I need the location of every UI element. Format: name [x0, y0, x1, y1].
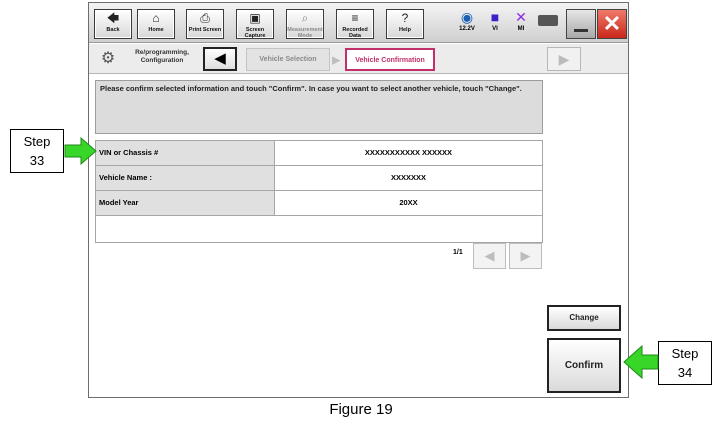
previous-page-button[interactable]: ◀: [473, 243, 506, 269]
chevron-right-icon: ▸: [332, 50, 341, 69]
page-indicator: 1/1: [453, 249, 463, 256]
reprogramming-icon: ⚙: [100, 50, 116, 67]
breadcrumb-forward-button[interactable]: ▶: [547, 47, 581, 71]
row-label: Vehicle Name :: [96, 166, 275, 191]
vi-status: ■ VI: [481, 8, 509, 32]
breadcrumb-vehicle-confirmation[interactable]: Vehicle Confirmation: [345, 48, 435, 71]
row-value: 20XX: [275, 191, 542, 216]
right-triangle-icon: ▶: [558, 51, 570, 67]
left-triangle-icon: ◀: [214, 50, 226, 67]
row-label: VIN or Chassis #: [96, 141, 275, 166]
figure-caption: Figure 19: [329, 401, 393, 418]
car-battery-icon: ◉: [460, 9, 474, 25]
change-button[interactable]: Change: [547, 305, 621, 331]
home-icon: ⌂: [152, 11, 160, 25]
vi-icon: ■: [490, 9, 500, 25]
breadcrumb-back-button[interactable]: ◀: [203, 47, 237, 71]
instruction-message: Please confirm selected information and …: [95, 80, 543, 134]
step-number: 33: [29, 153, 45, 168]
close-button[interactable]: ✕: [597, 9, 627, 39]
table-row: Model Year 20XX: [96, 191, 542, 216]
close-icon: ✕: [602, 11, 622, 36]
battery-status: ◉ 12.2V: [453, 8, 481, 32]
row-label: Model Year: [96, 191, 275, 216]
row-value: XXXXXXX: [275, 166, 542, 191]
next-page-button[interactable]: ▶: [509, 243, 542, 269]
back-arrow-icon: 🡄: [106, 11, 120, 25]
breadcrumb-vehicle-selection[interactable]: Vehicle Selection: [246, 48, 330, 71]
minimize-button[interactable]: [566, 9, 596, 39]
application-window: 🡄 Back ⌂ Home ⎙ Print Screen ▣ Screen Ca…: [88, 2, 629, 398]
measurement-mode-button[interactable]: ⌕ Measurement Mode: [286, 9, 324, 39]
camera-icon: ▣: [249, 11, 261, 25]
mi-status: ✕ MI: [507, 8, 535, 32]
step-word: Step: [23, 134, 51, 149]
step-word: Step: [671, 346, 699, 361]
right-triangle-icon: ▶: [520, 248, 531, 263]
printer-icon: ⎙: [200, 11, 210, 25]
battery-icon: [538, 15, 558, 26]
vehicle-info-table: VIN or Chassis # XXXXXXXXXXX XXXXXX Vehi…: [95, 140, 543, 243]
back-button[interactable]: 🡄 Back: [94, 9, 132, 39]
step-34-callout: Step 34: [658, 341, 712, 385]
help-button[interactable]: ? Help: [386, 9, 424, 39]
mi-cross-icon: ✕: [515, 9, 527, 25]
step-number: 34: [677, 365, 693, 380]
toolbar: 🡄 Back ⌂ Home ⎙ Print Screen ▣ Screen Ca…: [89, 3, 628, 43]
home-button[interactable]: ⌂ Home: [137, 9, 175, 39]
breadcrumb: ⚙ Re/programming, Configuration ◀ Vehicl…: [89, 44, 628, 74]
print-screen-button[interactable]: ⎙ Print Screen: [186, 9, 224, 39]
row-value: XXXXXXXXXXX XXXXXX: [275, 141, 542, 166]
measurement-icon: ⌕: [301, 11, 309, 25]
recorded-data-icon: ≡: [351, 11, 359, 25]
recorded-data-button[interactable]: ≡ Recorded Data: [336, 9, 374, 39]
green-arrow-right-icon: [64, 137, 97, 165]
table-row: VIN or Chassis # XXXXXXXXXXX XXXXXX: [96, 141, 542, 166]
left-triangle-icon: ◀: [484, 248, 495, 263]
screen-capture-button[interactable]: ▣ Screen Capture: [236, 9, 274, 39]
table-row: Vehicle Name : XXXXXXX: [96, 166, 542, 191]
confirm-button[interactable]: Confirm: [547, 338, 621, 393]
help-icon: ?: [401, 11, 409, 25]
breadcrumb-root[interactable]: Re/programming, Configuration: [125, 49, 199, 65]
green-arrow-left-icon: [623, 344, 659, 380]
step-33-callout: Step 33: [10, 129, 64, 173]
